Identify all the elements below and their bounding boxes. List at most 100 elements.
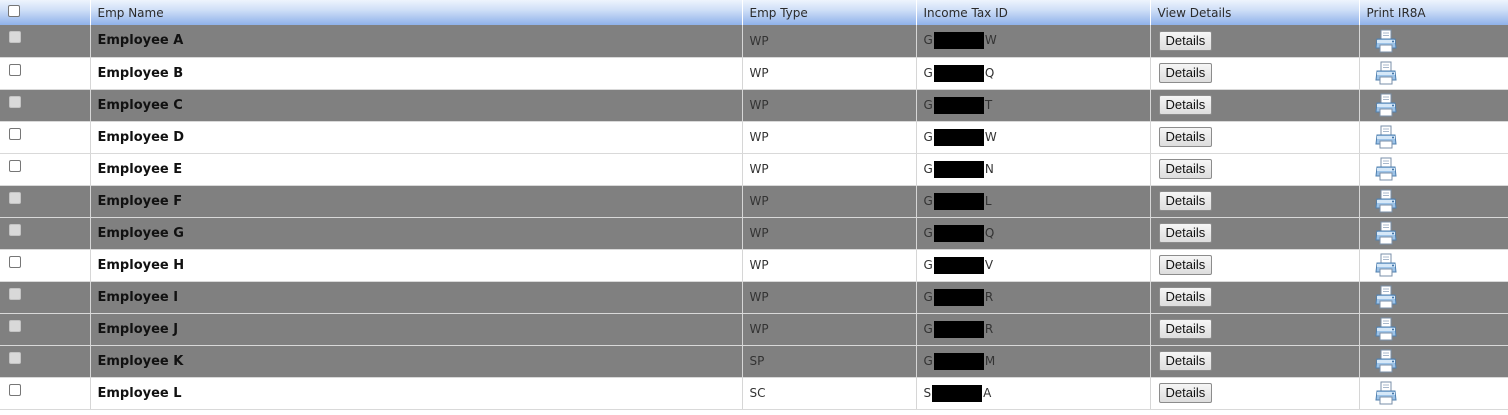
row-checkbox[interactable] <box>9 159 21 172</box>
employee-table: Emp Name Emp Type Income Tax ID View Det… <box>0 0 1508 410</box>
printer-icon[interactable] <box>1374 189 1398 213</box>
details-button[interactable]: Details <box>1158 223 1213 243</box>
table-header: Emp Name Emp Type Income Tax ID View Det… <box>0 0 1508 25</box>
tax-id-first-char: G <box>923 225 933 240</box>
row-checkbox[interactable] <box>9 319 21 332</box>
select-all-checkbox[interactable] <box>8 5 20 17</box>
emp-name: Employee K <box>97 353 184 369</box>
printer-icon[interactable] <box>1374 253 1398 277</box>
printer-icon[interactable] <box>1374 221 1398 245</box>
printer-icon[interactable] <box>1374 61 1398 85</box>
details-button[interactable]: Details <box>1158 159 1213 179</box>
income-tax-id-cell: GR <box>916 281 1151 314</box>
details-button[interactable]: Details <box>1158 63 1213 83</box>
details-button[interactable]: Details <box>1158 255 1213 275</box>
printer-icon[interactable] <box>1374 29 1398 53</box>
row-checkbox[interactable] <box>9 223 21 236</box>
tax-id-first-char: S <box>923 385 932 400</box>
tax-id-last-char: L <box>984 193 992 208</box>
tax-id-first-char: G <box>923 289 933 304</box>
emp-type-cell: WP <box>742 217 917 250</box>
emp-type-cell: WP <box>742 185 917 218</box>
tax-id-last-char: Q <box>984 225 995 240</box>
emp-type: WP <box>749 130 769 144</box>
print-ir8a-cell <box>1359 313 1508 346</box>
emp-name-cell: Employee A <box>90 25 743 58</box>
row-checkbox-cell <box>0 377 91 410</box>
table-row: Employee I WP GR Details <box>0 281 1508 314</box>
row-checkbox[interactable] <box>9 191 21 204</box>
row-checkbox[interactable] <box>9 95 21 108</box>
emp-name-cell: Employee B <box>90 57 743 90</box>
header-print-ir8a: Print IR8A <box>1359 0 1508 25</box>
row-checkbox-cell <box>0 25 91 58</box>
table-row: Employee G WP GQ Details <box>0 217 1508 250</box>
header-emp-type[interactable]: Emp Type <box>742 0 917 25</box>
details-button[interactable]: Details <box>1158 383 1213 403</box>
emp-name-cell: Employee L <box>90 377 743 410</box>
print-ir8a-cell <box>1359 345 1508 378</box>
emp-name: Employee J <box>97 321 179 337</box>
tax-id-last-char: T <box>984 97 993 112</box>
emp-name: Employee L <box>97 385 182 401</box>
row-checkbox[interactable] <box>9 127 21 140</box>
details-button[interactable]: Details <box>1158 127 1213 147</box>
income-tax-id-cell: GM <box>916 345 1151 378</box>
emp-type-cell: WP <box>742 89 917 122</box>
details-button[interactable]: Details <box>1158 319 1213 339</box>
details-button[interactable]: Details <box>1158 30 1213 51</box>
header-emp-name[interactable]: Emp Name <box>90 0 743 25</box>
tax-id-last-char: W <box>984 33 997 48</box>
printer-icon[interactable] <box>1374 93 1398 117</box>
row-checkbox[interactable] <box>9 383 21 396</box>
print-ir8a-cell <box>1359 121 1508 154</box>
emp-name-cell: Employee F <box>90 185 743 218</box>
emp-type-cell: WP <box>742 313 917 346</box>
printer-icon[interactable] <box>1374 285 1398 309</box>
table-row: Employee E WP GN Details <box>0 153 1508 186</box>
income-tax-id-cell: GW <box>916 25 1151 58</box>
emp-name: Employee C <box>97 97 183 113</box>
emp-type-cell: WP <box>742 57 917 90</box>
printer-icon[interactable] <box>1374 381 1398 405</box>
print-ir8a-cell <box>1359 153 1508 186</box>
details-button[interactable]: Details <box>1158 351 1213 371</box>
emp-name-cell: Employee E <box>90 153 743 186</box>
tax-id-last-char: R <box>984 289 994 304</box>
row-checkbox[interactable] <box>9 63 21 76</box>
row-checkbox-cell <box>0 217 91 250</box>
emp-type-cell: SC <box>742 377 917 410</box>
printer-icon[interactable] <box>1374 125 1398 149</box>
tax-id-last-char: N <box>984 161 994 176</box>
details-button[interactable]: Details <box>1158 287 1213 307</box>
tax-id-first-char: G <box>923 97 933 112</box>
header-income-tax-id[interactable]: Income Tax ID <box>916 0 1151 25</box>
redaction-bar <box>933 320 984 338</box>
emp-type: WP <box>749 226 769 240</box>
row-checkbox[interactable] <box>9 287 21 300</box>
row-checkbox[interactable] <box>9 31 21 44</box>
row-checkbox[interactable] <box>9 351 21 364</box>
income-tax-id-cell: GL <box>916 185 1151 218</box>
printer-icon[interactable] <box>1374 349 1398 373</box>
printer-icon[interactable] <box>1374 157 1398 181</box>
emp-type-cell: WP <box>742 25 917 58</box>
view-details-cell: Details <box>1150 281 1360 314</box>
emp-type: WP <box>749 290 769 304</box>
printer-icon[interactable] <box>1374 317 1398 341</box>
details-button[interactable]: Details <box>1158 191 1213 211</box>
table-row: Employee C WP G T Details <box>0 89 1508 122</box>
table-body: Employee A WP GW Details Employee B WP G… <box>0 25 1508 410</box>
emp-type: WP <box>749 162 769 176</box>
tax-id-first-char: G <box>923 193 933 208</box>
print-ir8a-cell <box>1359 377 1508 410</box>
emp-name: Employee B <box>97 65 184 81</box>
row-checkbox[interactable] <box>9 255 21 268</box>
emp-type: WP <box>749 33 769 48</box>
income-tax-id: GW <box>924 128 997 146</box>
row-checkbox-cell <box>0 281 91 314</box>
income-tax-id-cell: GR <box>916 313 1151 346</box>
details-button[interactable]: Details <box>1158 95 1213 115</box>
income-tax-id: GQ <box>923 224 995 242</box>
view-details-cell: Details <box>1150 217 1360 250</box>
